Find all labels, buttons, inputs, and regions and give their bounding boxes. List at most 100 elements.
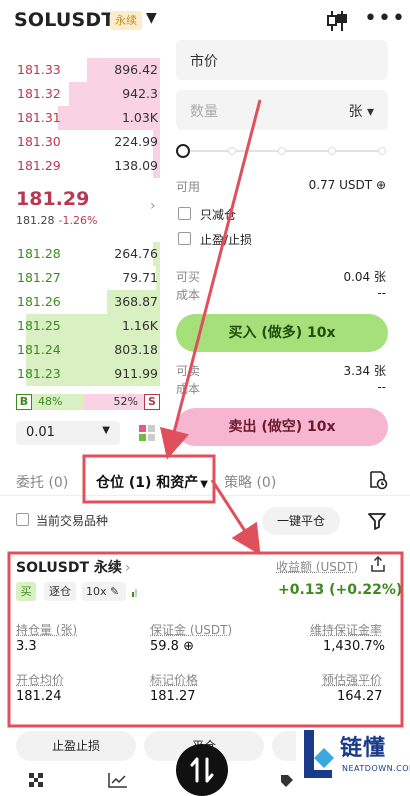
can-buy-row: 可买 0.04 张 [176, 268, 386, 284]
ask-row[interactable]: 181.31 1.03K [14, 106, 160, 130]
bid-qty: 803.18 [114, 342, 158, 357]
chevron-right-icon[interactable]: › [150, 198, 156, 214]
entry-label[interactable]: 开仓均价 [16, 671, 64, 688]
margin-label[interactable]: 保证金 (USDT) [150, 621, 232, 638]
bid-price: 181.24 [17, 342, 61, 357]
orderbook-layout-icon[interactable] [138, 424, 156, 442]
depth-step-value: 0.01 [26, 425, 55, 440]
price-type-field[interactable]: 市价 [176, 40, 388, 80]
position-symbol[interactable]: SOLUSDT 永续 › [16, 557, 131, 577]
unit-select[interactable]: 张 ▾ [349, 101, 374, 121]
add-margin-icon[interactable]: ⊕ [183, 639, 194, 654]
margin-value: 59.8 ⊕ [150, 639, 194, 654]
symbol-dropdown-icon[interactable]: ▼ [146, 10, 157, 26]
available-row: 可用 0.77 USDT ⊕ [176, 178, 386, 194]
depth-step-select[interactable]: 0.01 ▼ [16, 421, 120, 445]
leverage-tag[interactable]: 10x ✎ [82, 582, 126, 601]
chart-icon[interactable] [108, 772, 128, 788]
ask-row[interactable]: 181.29 138.09 [14, 154, 160, 178]
bid-price: 181.23 [17, 366, 61, 381]
slider-handle[interactable] [176, 144, 190, 158]
ask-qty: 138.09 [114, 158, 158, 173]
tab-strategy[interactable]: 策略 (0) [224, 472, 276, 492]
more-icon[interactable]: ••• [364, 9, 406, 29]
price-type-label: 市价 [190, 51, 218, 71]
ask-price: 181.30 [17, 134, 61, 149]
ask-row[interactable]: 181.33 896.42 [14, 58, 160, 82]
ask-price: 181.29 [17, 158, 61, 173]
markets-icon[interactable] [28, 772, 44, 788]
bid-row[interactable]: 181.24 803.18 [14, 338, 160, 362]
close-all-button[interactable]: 一键平仓 [262, 507, 340, 535]
ask-qty: 224.99 [114, 134, 158, 149]
sell-letter: S [144, 394, 160, 410]
chevron-right-icon: › [125, 560, 131, 576]
buy-long-button[interactable]: 买入 (做多) 10x [176, 314, 388, 352]
reduce-only-checkbox[interactable]: 只减仓 [178, 206, 378, 222]
buy-sell-ratio: B 48% 52% S [16, 394, 160, 410]
watermark-logo-icon [300, 728, 336, 780]
current-symbol-checkbox[interactable]: 当前交易品种 [16, 512, 216, 528]
bid-price: 181.27 [17, 270, 61, 285]
trade-swap-icon[interactable] [176, 744, 228, 796]
bottom-tabs: 委托 (0) 仓位 (1) 和资产 ▼ 策略 (0) [0, 466, 410, 496]
bid-row[interactable]: 181.27 79.71 [14, 266, 160, 290]
watermark-text: 链懂 [340, 730, 386, 762]
bid-row[interactable]: 181.25 1.16K [14, 314, 160, 338]
last-price: 181.29 [16, 188, 89, 210]
pnl-label[interactable]: 收益额 (USDT) [276, 558, 358, 575]
ask-qty: 896.42 [114, 62, 158, 77]
ask-qty: 942.3 [122, 86, 158, 101]
tpsl-checkbox[interactable]: 止盈/止损 [178, 231, 378, 247]
mmr-value: 1,430.7% [323, 639, 385, 654]
quantity-placeholder: 数量 [190, 101, 218, 121]
mmr-label[interactable]: 维持保证金率 [310, 621, 382, 638]
available-label: 可用 [176, 180, 200, 194]
add-circle-icon[interactable]: ⊕ [376, 178, 386, 192]
watermark: 链懂 NEATDOWN.COM [296, 726, 410, 782]
bid-row[interactable]: 181.26 368.87 [14, 290, 160, 314]
bid-row[interactable]: 181.28 264.76 [14, 242, 160, 266]
sell-cost-row: 成本 -- [176, 380, 386, 396]
liq-value: 164.27 [337, 689, 383, 704]
sell-short-button[interactable]: 卖出 (做空) 10x [176, 408, 388, 446]
bid-price: 181.28 [17, 246, 61, 261]
tpsl-button[interactable]: 止盈止损 [16, 731, 136, 761]
bid-qty: 368.87 [114, 294, 158, 309]
margin-mode-tag[interactable]: 逐仓 [44, 582, 76, 601]
edit-icon: ✎ [110, 585, 119, 598]
bid-qty: 79.71 [122, 270, 158, 285]
mark-label[interactable]: 标记价格 [150, 671, 198, 688]
assets-icon[interactable] [280, 774, 294, 788]
size-label[interactable]: 持仓量 (张) [16, 621, 77, 638]
candlestick-chart-icon[interactable] [326, 10, 348, 32]
can-sell-row: 可卖 3.34 张 [176, 362, 386, 378]
tab-positions[interactable]: 仓位 (1) 和资产 ▼ [96, 472, 208, 492]
liq-label[interactable]: 预估强平价 [322, 671, 382, 688]
history-icon[interactable] [368, 470, 388, 490]
quantity-slider[interactable] [176, 144, 388, 158]
side-tag: 买 [16, 582, 36, 601]
tab-orders[interactable]: 委托 (0) [16, 472, 68, 492]
filter-icon[interactable] [368, 512, 386, 530]
sell-percent: 52% [114, 395, 138, 408]
bid-price: 181.25 [17, 318, 61, 333]
quantity-input[interactable]: 数量 张 ▾ [176, 90, 388, 130]
buy-percent: 48% [38, 395, 62, 408]
ask-price: 181.31 [17, 110, 61, 125]
bid-qty: 1.16K [122, 318, 158, 333]
caret-down-icon: ▼ [102, 425, 110, 436]
entry-value: 181.24 [16, 689, 62, 704]
symbol-title[interactable]: SOLUSDT [14, 9, 115, 31]
ask-row[interactable]: 181.32 942.3 [14, 82, 160, 106]
ask-qty: 1.03K [122, 110, 158, 125]
bid-row[interactable]: 181.23 911.99 [14, 362, 160, 386]
mark-price: 181.28 [16, 214, 55, 227]
buy-letter: B [16, 394, 32, 410]
pnl-value: +0.13 (+0.22%) [278, 582, 402, 598]
bid-price: 181.26 [17, 294, 61, 309]
ask-row[interactable]: 181.30 224.99 [14, 130, 160, 154]
size-value: 3.3 [16, 639, 37, 654]
ask-price: 181.33 [17, 62, 61, 77]
share-icon[interactable] [370, 556, 386, 572]
